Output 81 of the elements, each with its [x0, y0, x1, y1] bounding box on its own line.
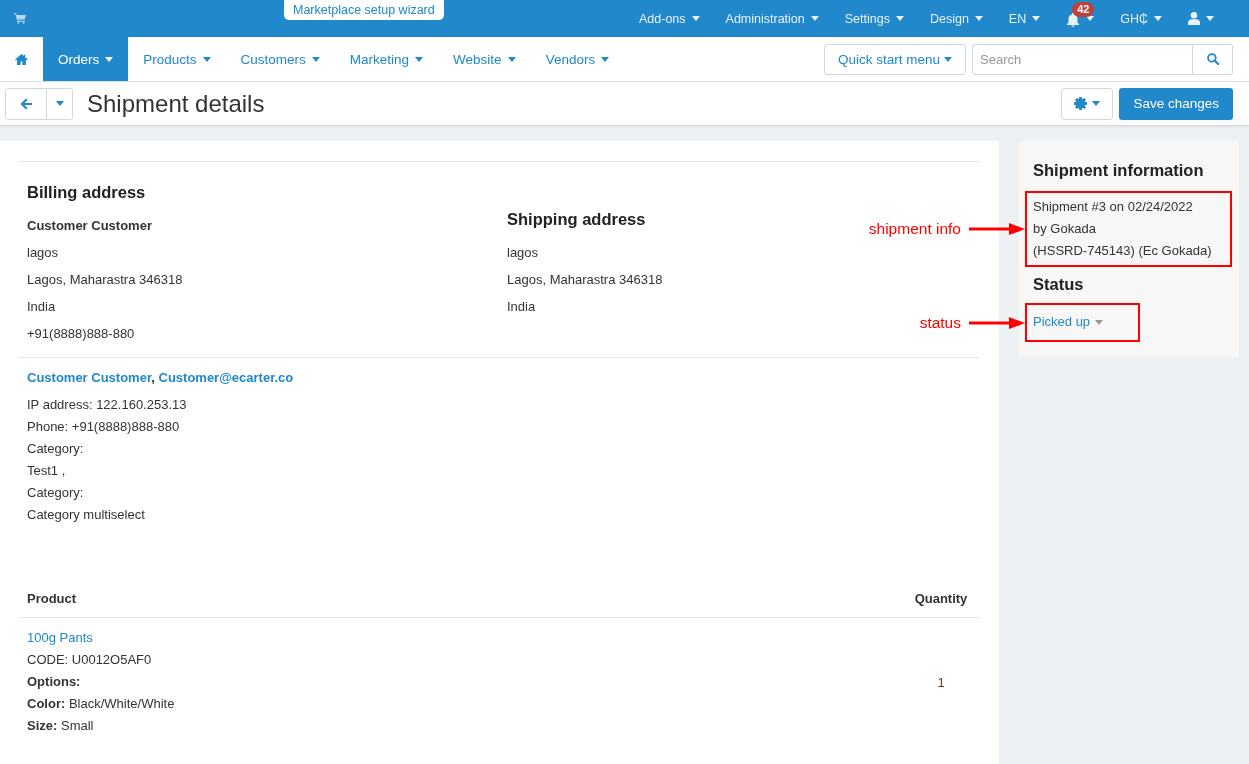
page-title: Shipment details — [87, 89, 265, 118]
column-header: Quantity — [913, 590, 969, 606]
caret-icon — [691, 16, 700, 21]
shipment-info-line: Shipment #3 on 02/24/2022 — [1033, 198, 1194, 216]
caret-icon — [895, 16, 904, 21]
search-field[interactable]: Search — [972, 43, 1193, 75]
customer-detail: Category: — [27, 484, 84, 502]
top-menu-item[interactable]: Settings — [831, 0, 917, 37]
address-line: India — [27, 298, 56, 316]
customer-detail: Test1 , — [27, 462, 66, 480]
email-link[interactable]: Customer@ecarter.co — [158, 370, 294, 385]
customer-name-link[interactable]: Customer Customer — [27, 370, 152, 385]
caret-icon — [1095, 319, 1104, 325]
settings-button[interactable] — [1061, 87, 1114, 120]
caret-icon — [601, 56, 610, 62]
home-icon — [15, 53, 28, 65]
product-option: Color: Black/White/White — [27, 696, 175, 711]
notification-count: 42 — [1072, 2, 1095, 17]
caret-icon — [1032, 16, 1041, 21]
options-label: Options: — [27, 674, 81, 689]
address-line: lagos — [27, 244, 59, 262]
nav-tab[interactable]: Marketing — [334, 37, 439, 81]
customer-detail: Phone: +91(8888)888-880 — [27, 418, 180, 436]
column-header: Product — [27, 590, 77, 606]
sidebar-heading: Status — [1033, 274, 1085, 295]
customer-detail: IP address: 122.160.253.13 — [27, 396, 187, 414]
caret-icon — [507, 56, 516, 62]
customer-detail: Category: — [27, 440, 84, 458]
product-option: Size: Small — [27, 718, 94, 733]
section-heading: Billing address — [27, 182, 146, 203]
caret-icon — [105, 56, 114, 62]
customer-detail: Category multiselect — [27, 506, 145, 524]
caret-icon — [974, 16, 983, 21]
caret-icon — [944, 56, 952, 62]
callout-label: shipment info — [868, 220, 961, 238]
callout-label: status — [919, 313, 961, 332]
nav-tab[interactable]: Vendors — [530, 37, 625, 81]
caret-icon — [1092, 101, 1101, 106]
search-button[interactable] — [1193, 43, 1233, 75]
top-menu-item[interactable]: Design — [916, 0, 996, 37]
cart-icon[interactable] — [14, 13, 26, 24]
caret-icon — [1206, 16, 1214, 21]
top-menu-item[interactable]: EN — [995, 0, 1054, 37]
address-line: India — [507, 298, 536, 316]
back-arrow-icon — [20, 97, 32, 110]
nav-tab[interactable]: Orders — [43, 37, 129, 81]
save-button[interactable]: Save changes — [1119, 87, 1233, 120]
notifications-button[interactable]: 42 — [1053, 0, 1108, 37]
search-icon — [1206, 53, 1219, 65]
quantity-cell-text: 1 — [936, 674, 946, 690]
user-icon — [1188, 12, 1200, 25]
status-dropdown[interactable]: Picked up — [1033, 311, 1104, 333]
section-heading: Shipping address — [507, 209, 646, 230]
caret-icon — [1154, 16, 1162, 21]
address-line: lagos — [507, 244, 539, 262]
wizard-link[interactable]: Marketplace setup wizard — [284, 0, 444, 20]
product-code: CODE: U0012O5AF0 — [27, 652, 152, 667]
bell-icon — [1066, 12, 1081, 27]
customer-contact: Customer Customer, Customer@ecarter.co — [27, 369, 294, 387]
sidebar-heading: Shipment information — [1033, 160, 1205, 181]
address-line: Lagos, Maharastra 346318 — [507, 271, 663, 289]
caret-icon — [415, 56, 424, 62]
caret-icon — [202, 56, 211, 62]
customer-name: Customer Customer — [27, 217, 152, 235]
top-menu-item[interactable]: GH₵ — [1107, 0, 1175, 37]
caret-icon — [311, 56, 320, 62]
nav-tab[interactable]: Customers — [225, 37, 335, 81]
caret-icon — [55, 101, 64, 106]
nav-tab[interactable]: Website — [438, 37, 531, 81]
address-line: +91(8888)888-880 — [27, 325, 135, 343]
nav-tab[interactable]: Products — [128, 37, 226, 81]
product-link[interactable]: 100g Pants — [27, 630, 93, 645]
top-menu-item[interactable]: Add-ons — [626, 0, 713, 37]
dropdown-button[interactable] — [46, 88, 72, 119]
top-menu-item[interactable]: Administration — [712, 0, 832, 37]
shipment-info-line: by Gokada — [1033, 220, 1097, 238]
shipment-info-line: (HSSRD-745143) (Ec Gokada) — [1033, 242, 1213, 260]
address-line: Lagos, Maharastra 346318 — [27, 271, 183, 289]
gear-icon — [1074, 97, 1088, 110]
quick-start-button[interactable]: Quick start menu — [823, 43, 966, 75]
caret-icon — [810, 16, 819, 21]
